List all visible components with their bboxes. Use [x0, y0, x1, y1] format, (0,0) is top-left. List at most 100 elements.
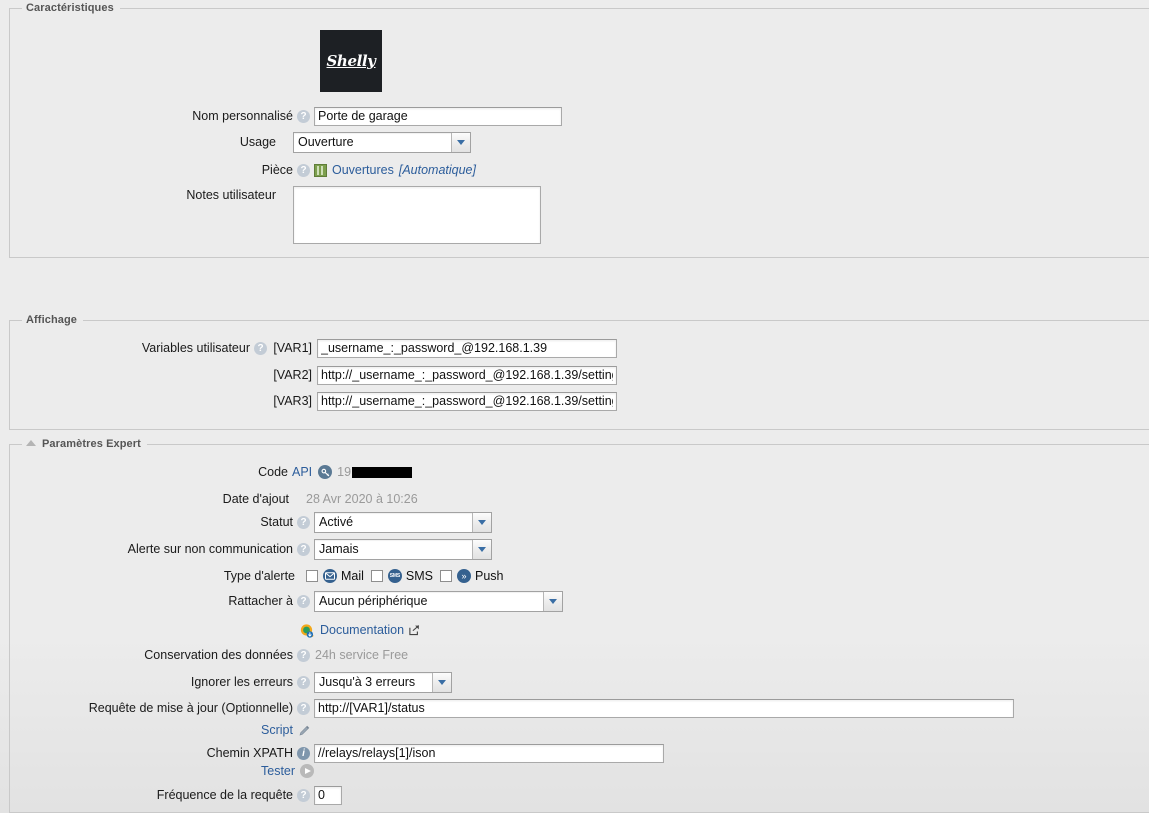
label-var3: [VAR3]	[273, 394, 312, 408]
section-parametres-expert-legend[interactable]: Paramètres Expert	[22, 438, 147, 450]
play-icon[interactable]	[300, 764, 315, 778]
select-statut-value: Activé	[319, 515, 354, 529]
sms-icon: SMS	[387, 569, 402, 583]
label-type-alerte: Type d'alerte	[223, 569, 295, 583]
value-date-ajout: 28 Avr 2020 à 10:26	[306, 492, 418, 506]
row-documentation: Documentation	[0, 620, 420, 640]
select-rattacher-a[interactable]: Aucun périphérique	[314, 590, 563, 612]
section-caracteristiques-legend: Caractéristiques	[22, 2, 120, 14]
label-ignorer-erreurs: Ignorer les erreurs	[190, 675, 293, 689]
input-chemin-xpath[interactable]	[314, 743, 664, 763]
link-documentation[interactable]: Documentation	[320, 623, 404, 637]
input-requete-mise-a-jour[interactable]	[314, 698, 1014, 718]
row-var1: Variables utilisateur ? [VAR1]	[0, 338, 617, 358]
label-var1: [VAR1]	[273, 341, 312, 355]
row-conservation-donnees: Conservation des données ? 24h service F…	[0, 645, 408, 665]
documentation-icon	[299, 623, 314, 638]
select-ignorer-erreurs[interactable]: Jusqu'à 3 erreurs	[314, 671, 452, 693]
shelly-logo-text: Shelly	[326, 52, 376, 70]
help-icon[interactable]: ?	[297, 109, 310, 123]
redacted-api-code	[352, 466, 413, 478]
row-requete-mise-a-jour: Requête de mise à jour (Optionnelle) ?	[0, 698, 1014, 718]
input-var1[interactable]	[317, 338, 617, 358]
label-alert-sms: SMS	[405, 569, 434, 583]
chevron-down-icon[interactable]	[472, 539, 491, 559]
select-alerte-non-communication[interactable]: Jamais	[314, 538, 492, 560]
label-frequence-requete: Fréquence de la requête	[156, 788, 293, 802]
collapse-triangle-icon[interactable]	[26, 440, 36, 447]
link-tester[interactable]: Tester	[261, 764, 295, 778]
row-piece: Pièce ? Ouvertures [Automatique]	[0, 160, 476, 180]
select-ignorer-erreurs-value: Jusqu'à 3 erreurs	[319, 675, 416, 689]
label-date-ajout: Date d'ajout	[222, 492, 289, 506]
label-code: Code	[258, 465, 288, 479]
row-date-ajout: Date d'ajout 28 Avr 2020 à 10:26	[0, 489, 418, 509]
row-usage: Usage Ouverture	[0, 131, 471, 153]
row-statut: Statut ? Activé	[0, 511, 492, 533]
label-conservation-donnees: Conservation des données	[144, 648, 293, 662]
row-code-api: Code API 19	[0, 462, 413, 482]
row-frequence-requete: Fréquence de la requête ?	[0, 785, 342, 805]
input-nom-personnalise[interactable]	[314, 106, 562, 126]
shelly-logo: Shelly	[320, 30, 382, 92]
label-alerte-non-communication: Alerte sur non communication	[127, 542, 293, 556]
input-frequence-requete[interactable]	[314, 785, 342, 805]
push-icon: »	[457, 569, 472, 583]
label-usage: Usage	[239, 135, 276, 149]
textarea-notes-utilisateur[interactable]	[293, 186, 541, 244]
external-link-icon	[408, 624, 420, 636]
checkbox-alert-push[interactable]	[440, 570, 453, 582]
input-var3[interactable]	[317, 391, 617, 411]
room-icon	[314, 163, 327, 177]
chevron-down-icon[interactable]	[543, 591, 562, 611]
row-var2: [VAR2]	[0, 365, 617, 385]
chevron-down-icon[interactable]	[432, 672, 451, 692]
link-api[interactable]: API	[292, 465, 312, 479]
select-usage[interactable]: Ouverture	[293, 131, 471, 153]
section-affichage-legend: Affichage	[22, 314, 84, 326]
input-var2[interactable]	[317, 365, 617, 385]
value-code-api: 19	[337, 465, 352, 479]
label-alert-push: Push	[475, 569, 504, 583]
info-icon[interactable]: i	[297, 746, 310, 760]
label-chemin-xpath: Chemin XPATH	[206, 746, 293, 760]
label-nom-personnalise: Nom personnalisé	[192, 109, 293, 123]
row-ignorer-erreurs: Ignorer les erreurs ? Jusqu'à 3 erreurs	[0, 671, 452, 693]
mail-icon	[323, 569, 337, 583]
help-icon[interactable]: ?	[254, 341, 267, 355]
help-icon[interactable]: ?	[297, 788, 310, 802]
label-var2: [VAR2]	[273, 368, 312, 382]
help-icon[interactable]: ?	[297, 163, 310, 177]
chevron-down-icon[interactable]	[451, 132, 470, 152]
row-script: Script	[0, 720, 311, 740]
key-icon	[318, 465, 333, 479]
help-icon[interactable]: ?	[297, 594, 310, 608]
label-rattacher-a: Rattacher à	[228, 594, 293, 608]
help-icon[interactable]: ?	[297, 648, 310, 662]
select-statut[interactable]: Activé	[314, 511, 492, 533]
section-parametres-expert-title: Paramètres Expert	[42, 438, 141, 450]
select-alerte-non-communication-value: Jamais	[319, 542, 359, 556]
label-requete-mise-a-jour: Requête de mise à jour (Optionnelle)	[88, 701, 293, 715]
row-tester: Tester	[0, 761, 315, 781]
label-alert-mail: Mail	[341, 569, 364, 583]
help-icon[interactable]: ?	[297, 701, 310, 715]
label-notes-utilisateur: Notes utilisateur	[186, 188, 276, 202]
pencil-icon[interactable]	[298, 724, 311, 737]
help-icon[interactable]: ?	[297, 542, 310, 556]
value-conservation-donnees: 24h service Free	[315, 648, 409, 662]
chevron-down-icon[interactable]	[472, 512, 491, 532]
row-alerte-non-communication: Alerte sur non communication ? Jamais	[0, 538, 492, 560]
row-var3: [VAR3]	[0, 391, 617, 411]
label-statut: Statut	[260, 515, 293, 529]
label-piece: Pièce	[261, 163, 293, 177]
piece-auto-tag: [Automatique]	[398, 163, 476, 177]
help-icon[interactable]: ?	[297, 515, 310, 529]
link-piece[interactable]: Ouvertures	[332, 163, 394, 177]
label-variables-utilisateur: Variables utilisateur	[141, 341, 250, 355]
checkbox-alert-mail[interactable]	[306, 570, 318, 582]
link-script[interactable]: Script	[261, 723, 293, 737]
row-notes-utilisateur: Notes utilisateur	[0, 186, 541, 244]
checkbox-alert-sms[interactable]	[370, 570, 383, 582]
help-icon[interactable]: ?	[297, 675, 310, 689]
